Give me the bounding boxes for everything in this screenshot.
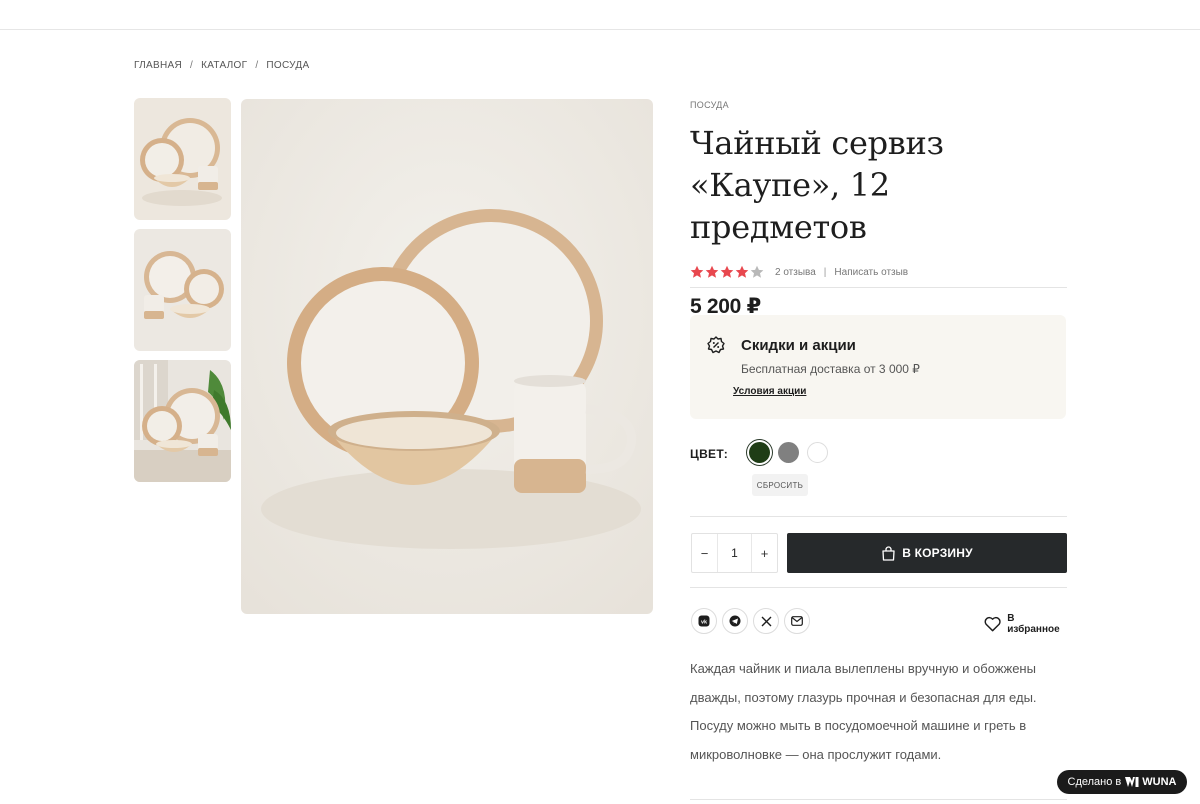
share-mail-button[interactable] <box>784 608 810 634</box>
share-buttons: vk <box>691 608 815 634</box>
product-main-image[interactable] <box>241 99 653 614</box>
made-with-prefix: Сделано в <box>1067 776 1122 788</box>
thumbnail-1[interactable] <box>134 98 231 220</box>
breadcrumb-current[interactable]: ПОСУДА <box>266 60 309 71</box>
favorites-label: В избранное <box>1007 613 1060 635</box>
breadcrumb-catalog[interactable]: КАТАЛОГ <box>201 60 247 71</box>
x-icon <box>761 616 771 626</box>
mail-icon <box>791 616 803 626</box>
divider <box>690 287 1067 288</box>
shopping-bag-icon <box>882 545 895 561</box>
thumbnail-2[interactable] <box>134 229 231 351</box>
top-bar <box>0 0 1200 30</box>
product-info: ПОСУДА Чайный сервиз «Каупе», 12 предмет… <box>690 100 1067 762</box>
wuna-logo-icon <box>1125 777 1139 787</box>
star-filled-icon <box>690 265 704 278</box>
rating-divider: | <box>823 266 827 278</box>
share-vk-button[interactable]: vk <box>691 608 717 634</box>
color-swatch-white[interactable] <box>807 442 828 463</box>
star-filled-icon <box>705 265 719 278</box>
quantity-increase-button[interactable]: + <box>752 534 777 572</box>
divider <box>690 587 1067 588</box>
product-title-line1: Чайный сервиз <box>690 124 944 162</box>
product-category: ПОСУДА <box>690 100 729 110</box>
promo-text: Бесплатная доставка от 3 000 ₽ <box>741 362 920 376</box>
color-swatch-dark-green[interactable] <box>749 442 770 463</box>
color-swatch-gray[interactable] <box>778 442 799 463</box>
quantity-stepper: − 1 + <box>691 533 778 573</box>
reviews-count-link[interactable]: 2 отзыва <box>775 267 816 278</box>
divider <box>690 516 1067 517</box>
divider <box>690 799 1067 800</box>
star-filled-icon <box>735 265 749 278</box>
quantity-decrease-button[interactable]: − <box>692 534 717 572</box>
thumbnail-gallery <box>134 98 231 491</box>
rating-row: 2 отзыва | Написать отзыв <box>690 264 1067 280</box>
color-label: ЦВЕТ: <box>690 447 729 461</box>
telegram-icon <box>729 615 741 627</box>
write-review-link[interactable]: Написать отзыв <box>834 267 908 278</box>
brand-name: WUNA <box>1142 776 1177 788</box>
product-description: Каждая чайник и пиала вылеплены вручную … <box>690 661 1037 762</box>
promo-conditions-link[interactable]: Условия акции <box>733 386 806 397</box>
add-to-cart-button[interactable]: В КОРЗИНУ <box>787 533 1067 573</box>
heart-icon <box>984 616 1001 632</box>
thumbnail-3[interactable] <box>134 360 231 482</box>
promo-title: Скидки и акции <box>741 337 856 354</box>
quantity-input[interactable]: 1 <box>717 534 752 572</box>
add-to-favorites-button[interactable]: В избранное <box>984 613 1067 635</box>
discount-badge-icon <box>707 336 725 354</box>
product-title: Чайный сервиз «Каупе», 12 предметов <box>690 122 1067 248</box>
breadcrumb-home[interactable]: ГЛАВНАЯ <box>134 60 182 71</box>
vk-icon-text: vk <box>701 619 708 625</box>
share-telegram-button[interactable] <box>722 608 748 634</box>
share-x-button[interactable] <box>753 608 779 634</box>
made-with-badge[interactable]: Сделано в WUNA <box>1057 770 1187 794</box>
add-to-cart-label: В КОРЗИНУ <box>902 546 973 560</box>
promo-card: Скидки и акции Бесплатная доставка от 3 … <box>690 315 1066 419</box>
rating-stars <box>690 265 765 279</box>
color-swatches <box>749 442 836 463</box>
product-title-line2: «Каупе», 12 предметов <box>690 166 890 246</box>
vk-icon: vk <box>698 615 710 627</box>
brand-logo: WUNA <box>1125 776 1176 788</box>
breadcrumb-separator: / <box>189 60 194 71</box>
reset-color-button[interactable]: СБРОСИТЬ <box>752 474 808 496</box>
breadcrumb-separator: / <box>255 60 259 71</box>
star-filled-icon <box>720 265 734 278</box>
star-empty-icon <box>750 265 764 278</box>
breadcrumb: ГЛАВНАЯ / КАТАЛОГ / ПОСУДА <box>134 60 309 71</box>
